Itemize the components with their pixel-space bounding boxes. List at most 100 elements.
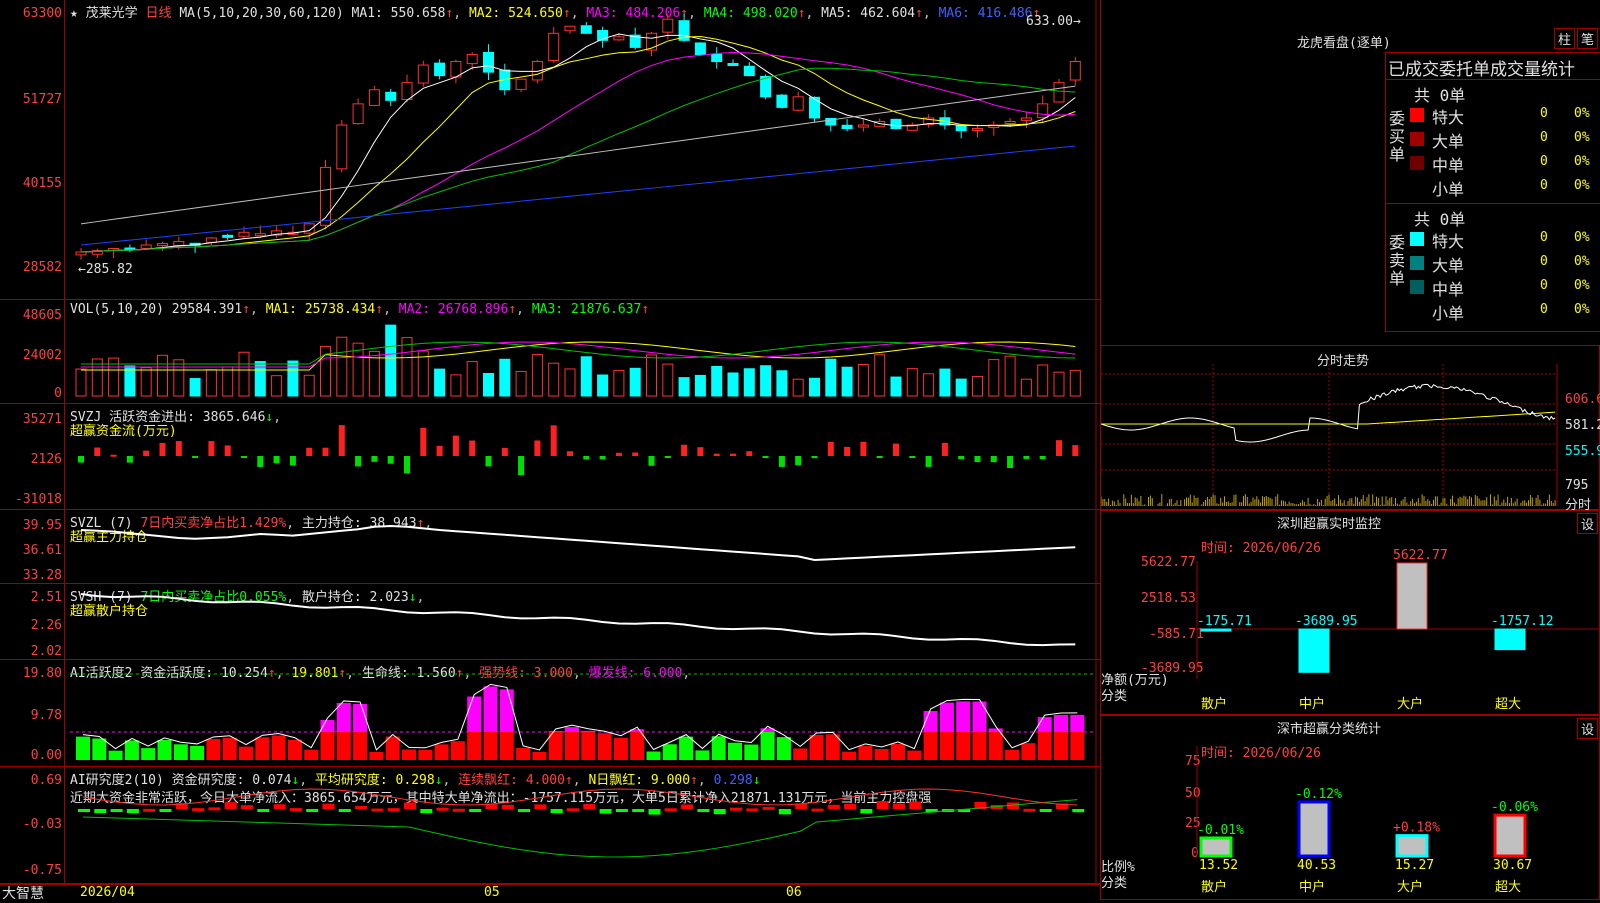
volume-ma-line <box>81 341 1076 365</box>
volume-bar <box>271 375 283 397</box>
sell-row-name: 特大 <box>1432 232 1465 251</box>
volume-bar <box>646 354 657 397</box>
active-bar <box>287 739 302 760</box>
svzl-pane[interactable]: 39.95 36.61 33.28 SVZL (7) 7日内买卖净占比1.429… <box>0 510 1100 584</box>
volume-bar <box>531 354 543 397</box>
candle-body <box>743 65 755 77</box>
stats-tab-label[interactable]: 已成交委托单成交量统计 <box>1388 55 1575 80</box>
volume-bar <box>857 364 869 397</box>
buy-row-name: 中单 <box>1432 156 1465 175</box>
candle-body <box>238 231 250 237</box>
candle-body <box>417 64 429 84</box>
sell-row: 小单 0 0% <box>1410 300 1600 323</box>
research-bar <box>469 809 482 812</box>
active-bar-top <box>565 727 579 732</box>
research-bar <box>1039 809 1052 812</box>
volume-bar <box>841 366 853 397</box>
svsh-pane[interactable]: 2.51 2.26 2.02 SVSH (7) 7日内买卖净占比0.055%, … <box>0 584 1100 660</box>
active-bar <box>141 748 156 760</box>
active-bar <box>336 732 351 760</box>
research-bar <box>909 801 922 809</box>
buy-swatch <box>1410 156 1424 170</box>
flow-bar <box>615 452 622 456</box>
candle-body <box>222 234 234 238</box>
flow-bar <box>420 427 427 456</box>
classify-bar <box>1395 834 1429 858</box>
ai-research-pane[interactable]: 0.69 -0.03 -0.75 AI研究度2(10) 资金研究度: 0.074… <box>0 767 1100 884</box>
volume-bar <box>760 365 772 397</box>
active-bar <box>776 737 791 760</box>
active-bar <box>1054 732 1068 760</box>
volume-bar <box>450 374 462 397</box>
ai-research-bars <box>78 767 1097 884</box>
research-bar <box>762 806 775 810</box>
flow-bar <box>681 444 688 456</box>
active-bar <box>613 737 628 760</box>
tick-mode-button[interactable]: 笔 <box>1577 28 1599 49</box>
buy-row-value: 0 <box>1540 154 1548 169</box>
active-bar <box>108 750 123 760</box>
candle-body <box>613 36 625 41</box>
volume-bar <box>336 336 348 397</box>
volume-pane[interactable]: 48605 24002 0 VOL(5,10,20) 29584.391↑, M… <box>0 300 1100 404</box>
research-bar <box>583 804 596 809</box>
active-bar <box>988 732 1003 760</box>
active-bar-top <box>939 702 954 732</box>
volume-bar <box>972 375 983 397</box>
svzj-pane[interactable]: 35271 2126 -31018 SVZJ 活跃资金进出: 3865.646↓… <box>0 404 1100 510</box>
candle-body <box>662 18 674 33</box>
flow-bar <box>795 456 802 466</box>
candle-body <box>1020 117 1032 121</box>
research-bar <box>827 804 840 809</box>
research-bar <box>387 808 400 812</box>
flow-bar <box>241 456 247 458</box>
active-bar <box>271 735 286 760</box>
volume-bar <box>809 377 820 397</box>
research-bar <box>681 804 694 809</box>
research-bar <box>78 809 90 812</box>
volume-bar <box>825 358 837 397</box>
volume-bar <box>939 368 951 397</box>
active-bar-top <box>956 701 971 732</box>
volume-bar <box>678 377 690 397</box>
price-pane[interactable]: 63300 51727 40155 28582 ★ 茂莱光学 日线 MA(5,1… <box>0 0 1100 300</box>
flow-bar <box>827 441 834 456</box>
active-bar <box>467 732 482 760</box>
volume-bar <box>222 366 234 397</box>
volume-bar <box>955 378 967 397</box>
volume-bar <box>173 359 185 397</box>
intraday-avg-line <box>1101 411 1556 425</box>
active-bar <box>532 751 547 760</box>
active-bar <box>353 732 368 760</box>
candle-body <box>955 124 967 132</box>
flow-bar <box>273 456 280 464</box>
flow-bar <box>94 447 101 456</box>
flow-bar <box>371 456 378 462</box>
bar-mode-button[interactable]: 柱 <box>1554 28 1576 49</box>
active-bar <box>483 732 498 760</box>
research-bar <box>143 808 156 812</box>
svzj-bars <box>78 404 1097 510</box>
flow-bar <box>387 456 394 464</box>
active-bar-top <box>581 730 596 732</box>
candle-body <box>483 51 494 73</box>
volume-bar <box>287 360 299 397</box>
active-bar <box>548 732 563 760</box>
flow-bar <box>925 456 932 467</box>
active-bar <box>679 736 694 760</box>
active-bar-top <box>336 702 351 732</box>
candle-body <box>1053 82 1065 103</box>
flow-bar <box>697 447 704 456</box>
flow-bar <box>778 456 785 467</box>
sell-row: 特大 0 0% <box>1410 228 1600 251</box>
intraday-panel[interactable]: 分时走势 606.6 581.2 555.9 795 分时 <box>1100 345 1600 513</box>
research-bar <box>338 809 351 812</box>
volume-bar <box>385 324 397 397</box>
active-bar <box>418 749 433 760</box>
holding-line <box>80 524 1076 562</box>
sell-row-value: 0 <box>1540 230 1548 245</box>
volume-bar <box>564 368 576 397</box>
classify-bars: -0.01% -0.12% +0.18% -0.06% <box>1196 746 1538 858</box>
ai-active-pane[interactable]: 19.80 9.78 0.00 AI活跃度2 资金活跃度: 10.254↑, 1… <box>0 660 1100 767</box>
active-bar-top <box>499 689 514 732</box>
